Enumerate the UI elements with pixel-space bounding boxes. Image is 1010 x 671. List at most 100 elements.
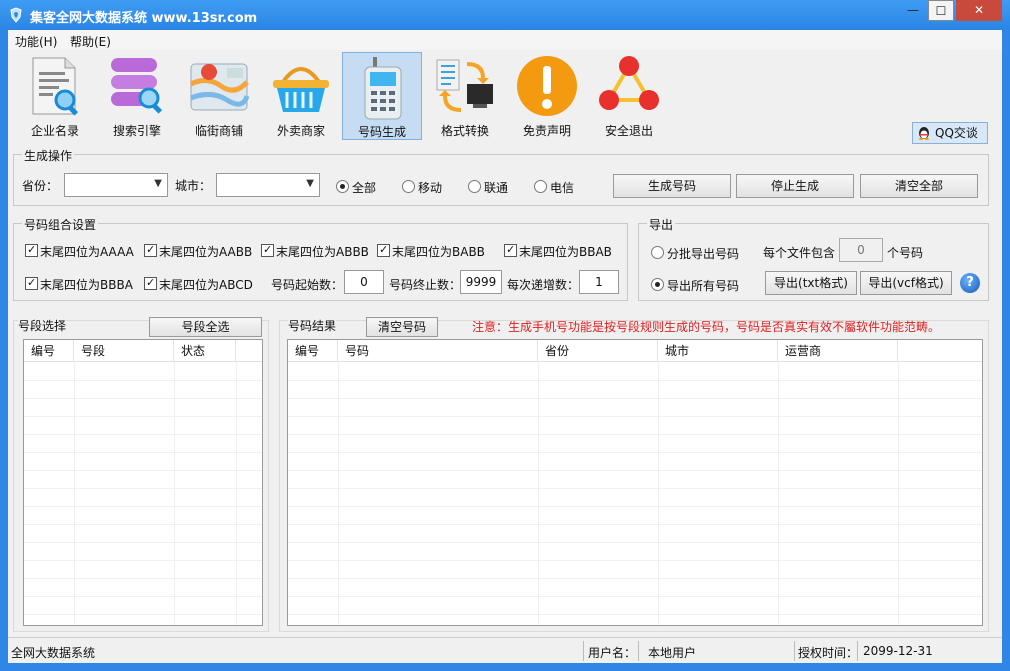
chevron-down-icon: ▼ <box>154 178 162 189</box>
status-user-value: 本地用户 <box>648 646 697 660</box>
tool-disclaimer[interactable]: 免责声明 <box>507 52 587 140</box>
title-bar[interactable]: 集客全网大数据系统 www.13sr.com — ☐ ✕ <box>0 0 1010 30</box>
check-babb[interactable] <box>377 243 390 257</box>
start-label: 号码起始数： <box>271 278 344 292</box>
radio-carrier-telecom[interactable] <box>534 180 547 193</box>
tool-search-engine[interactable]: 搜索引擎 <box>97 52 177 140</box>
select-all-segments-button[interactable]: 号段全选 <box>149 317 262 337</box>
clear-numbers-button[interactable]: 清空号码 <box>366 317 438 337</box>
chevron-down-icon: ▼ <box>306 178 314 189</box>
generate-group: 生成操作 省份： ▼ 城市： ▼ 全部 移动 联通 电信 生成号码 停止生成 清… <box>13 147 989 206</box>
map-icon <box>189 63 250 111</box>
segment-list-header: 编号 号段 状态 <box>24 340 262 362</box>
document-search-icon <box>32 57 79 116</box>
combo-group: 号码组合设置 末尾四位为AAAA 末尾四位为AABB 末尾四位为ABBB 末尾四… <box>13 216 628 301</box>
window-title: 集客全网大数据系统 www.13sr.com <box>30 11 258 26</box>
check-abbb[interactable] <box>261 243 274 257</box>
tool-safe-exit[interactable]: 安全退出 <box>589 52 669 140</box>
tool-number-generator[interactable]: 号码生成 <box>342 52 422 140</box>
generate-title: 生成操作 <box>22 147 75 164</box>
per-file-input[interactable]: 0 <box>839 238 883 262</box>
carrier-all-label: 全部 <box>352 181 377 195</box>
col-carrier[interactable]: 运营商 <box>778 340 898 362</box>
tool-label: 企业名录 <box>30 124 79 138</box>
results-title: 号码结果 <box>288 317 337 334</box>
city-select[interactable]: ▼ <box>216 173 320 197</box>
minimize-button[interactable]: — <box>900 0 926 21</box>
radio-carrier-all[interactable] <box>336 180 349 193</box>
check-bbab[interactable] <box>504 243 517 257</box>
carrier-mobile-label: 移动 <box>418 181 443 195</box>
tool-label: 安全退出 <box>604 124 653 138</box>
check-babb-label: 末尾四位为BABB <box>392 245 485 259</box>
col-index[interactable]: 编号 <box>288 340 338 362</box>
minimize-icon: — <box>907 3 919 17</box>
check-aabb[interactable] <box>144 243 157 257</box>
results-group: 号码结果 清空号码 注意：生成手机号功能是按号段规则生成的号码，号码是否真实有效… <box>279 317 989 632</box>
tool-label: 号码生成 <box>357 125 406 139</box>
end-input[interactable]: 9999 <box>460 270 502 294</box>
export-all-label: 导出所有号码 <box>667 279 740 293</box>
check-abcd[interactable] <box>144 276 157 290</box>
maximize-button[interactable]: ☐ <box>928 0 954 21</box>
combo-title: 号码组合设置 <box>22 216 99 233</box>
tool-street-shops[interactable]: 临街商铺 <box>179 52 259 140</box>
qq-chat-button[interactable]: QQ交谈 <box>912 122 988 144</box>
check-bbab-label: 末尾四位为BBAB <box>519 245 612 259</box>
check-aaaa[interactable] <box>25 243 38 257</box>
segment-list[interactable]: 编号 号段 状态 <box>23 339 263 626</box>
radio-carrier-mobile[interactable] <box>402 180 415 193</box>
col-city[interactable]: 城市 <box>658 340 778 362</box>
tool-label: 临街商铺 <box>194 124 243 138</box>
export-txt-button[interactable]: 导出(txt格式) <box>765 271 857 295</box>
menu-function[interactable]: 功能(H) <box>15 33 57 50</box>
batch-export-label: 分批导出号码 <box>667 247 740 261</box>
help-icon[interactable]: ? <box>960 273 980 293</box>
start-input[interactable]: 0 <box>344 270 384 294</box>
check-bbba[interactable] <box>25 276 38 290</box>
database-search-icon <box>111 58 163 114</box>
results-list[interactable]: 编号 号码 省份 城市 运营商 <box>287 339 983 626</box>
status-auth-value: 2099-12-31 <box>863 644 933 658</box>
toolbar: 企业名录 搜索引擎 临街商铺 外卖商家 号码生成 格式转换 免责声明 安全退出 <box>8 50 1002 142</box>
province-label: 省份： <box>22 179 59 193</box>
convert-icon <box>436 59 493 112</box>
segment-title: 号段选择 <box>18 317 67 334</box>
tool-label: 格式转换 <box>440 124 489 138</box>
export-group: 导出 分批导出号码 每个文件包含 0 个号码 导出所有号码 导出(txt格式) … <box>638 216 989 301</box>
carrier-telecom-label: 电信 <box>550 181 575 195</box>
tool-label: 外卖商家 <box>276 124 325 138</box>
qq-penguin-icon <box>919 127 929 140</box>
radio-batch-export[interactable] <box>651 246 664 259</box>
check-abcd-label: 末尾四位为ABCD <box>159 278 253 292</box>
basket-icon <box>273 67 329 112</box>
radio-export-all[interactable] <box>651 278 664 291</box>
check-abbb-label: 末尾四位为ABBB <box>276 245 369 259</box>
status-auth-label: 授权时间： <box>798 646 859 660</box>
tool-format-convert[interactable]: 格式转换 <box>425 52 505 140</box>
clear-all-button[interactable]: 清空全部 <box>860 174 978 198</box>
phone-icon <box>364 57 402 120</box>
province-select[interactable]: ▼ <box>64 173 168 197</box>
col-index[interactable]: 编号 <box>24 340 74 362</box>
client-area: 功能(H) 帮助(E) 企业名录 搜索引擎 临街商铺 外卖商家 号码生成 格式转… <box>8 30 1002 663</box>
exit-icon <box>599 56 659 110</box>
per-file-unit: 个号码 <box>887 246 924 260</box>
col-segment[interactable]: 号段 <box>74 340 174 362</box>
radio-carrier-unicom[interactable] <box>468 180 481 193</box>
tool-takeaway-merchants[interactable]: 外卖商家 <box>261 52 341 140</box>
col-number[interactable]: 号码 <box>338 340 538 362</box>
step-input[interactable]: 1 <box>579 270 619 294</box>
tool-label: 搜索引擎 <box>112 124 161 138</box>
menu-help[interactable]: 帮助(E) <box>70 33 111 50</box>
tool-company-directory[interactable]: 企业名录 <box>15 52 95 140</box>
col-province[interactable]: 省份 <box>538 340 658 362</box>
export-vcf-button[interactable]: 导出(vcf格式) <box>860 271 952 295</box>
stop-button[interactable]: 停止生成 <box>736 174 854 198</box>
status-app: 全网大数据系统 <box>11 646 96 660</box>
app-logo-icon <box>10 7 22 23</box>
col-status[interactable]: 状态 <box>174 340 236 362</box>
close-button[interactable]: ✕ <box>956 0 1002 21</box>
step-label: 每次递增数： <box>507 278 580 292</box>
generate-button[interactable]: 生成号码 <box>613 174 731 198</box>
